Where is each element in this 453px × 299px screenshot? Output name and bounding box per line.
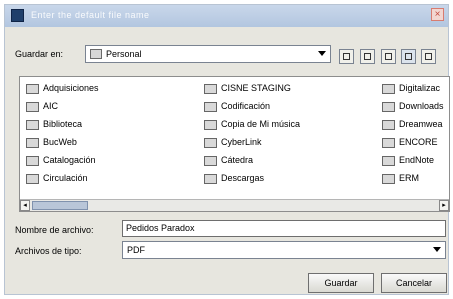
lookin-label: Guardar en: [15,49,64,59]
list-view-button[interactable] [401,49,416,64]
new-folder-icon [385,53,392,60]
cancel-button[interactable]: Cancelar [381,273,447,293]
folder-icon [26,156,39,166]
filetype-value: PDF [127,245,145,255]
details-view-icon [425,53,432,60]
folder-icon [382,102,395,112]
folder-icon [26,120,39,130]
folder-icon [26,102,39,112]
folder-icon [26,84,39,94]
home-icon [364,53,371,60]
filetype-combo[interactable]: PDF [122,241,446,259]
save-button[interactable]: Guardar [308,273,374,293]
up-folder-icon [343,53,350,60]
folder-icon [90,49,102,59]
folder-icon [382,174,395,184]
folder-icon [382,120,395,130]
title-bar: Enter the default file name × [5,5,448,27]
window-title: Enter the default file name [31,10,150,20]
home-button[interactable] [360,49,375,64]
file-list[interactable]: Adquisiciones AIC Biblioteca BucWeb Cata… [19,76,450,212]
folder-icon [204,120,217,130]
folder-icon [204,174,217,184]
details-view-button[interactable] [421,49,436,64]
filename-label: Nombre de archivo: [15,225,94,235]
folder-icon [382,156,395,166]
filename-input[interactable]: Pedidos Paradox [122,220,446,237]
app-icon [11,9,24,22]
folder-icon [204,138,217,148]
folder-icon [204,102,217,112]
scroll-left-button[interactable]: ◂ [20,200,30,211]
folder-icon [26,138,39,148]
up-folder-button[interactable] [339,49,354,64]
lookin-combo[interactable]: Personal [85,45,331,63]
horizontal-scrollbar[interactable]: ◂ ▸ [20,199,449,211]
lookin-value: Personal [106,49,142,59]
scroll-right-button[interactable]: ▸ [439,200,449,211]
new-folder-button[interactable] [381,49,396,64]
scroll-thumb[interactable] [32,201,88,210]
chevron-down-icon[interactable] [433,247,441,252]
close-icon[interactable]: × [431,8,444,21]
filetype-label: Archivos de tipo: [15,246,82,256]
list-view-icon [405,53,412,60]
folder-icon [204,84,217,94]
chevron-down-icon[interactable] [318,51,326,56]
folder-icon [382,84,395,94]
save-dialog: Enter the default file name × Guardar en… [4,4,450,295]
folder-icon [382,138,395,148]
folder-icon [26,174,39,184]
folder-icon [204,156,217,166]
